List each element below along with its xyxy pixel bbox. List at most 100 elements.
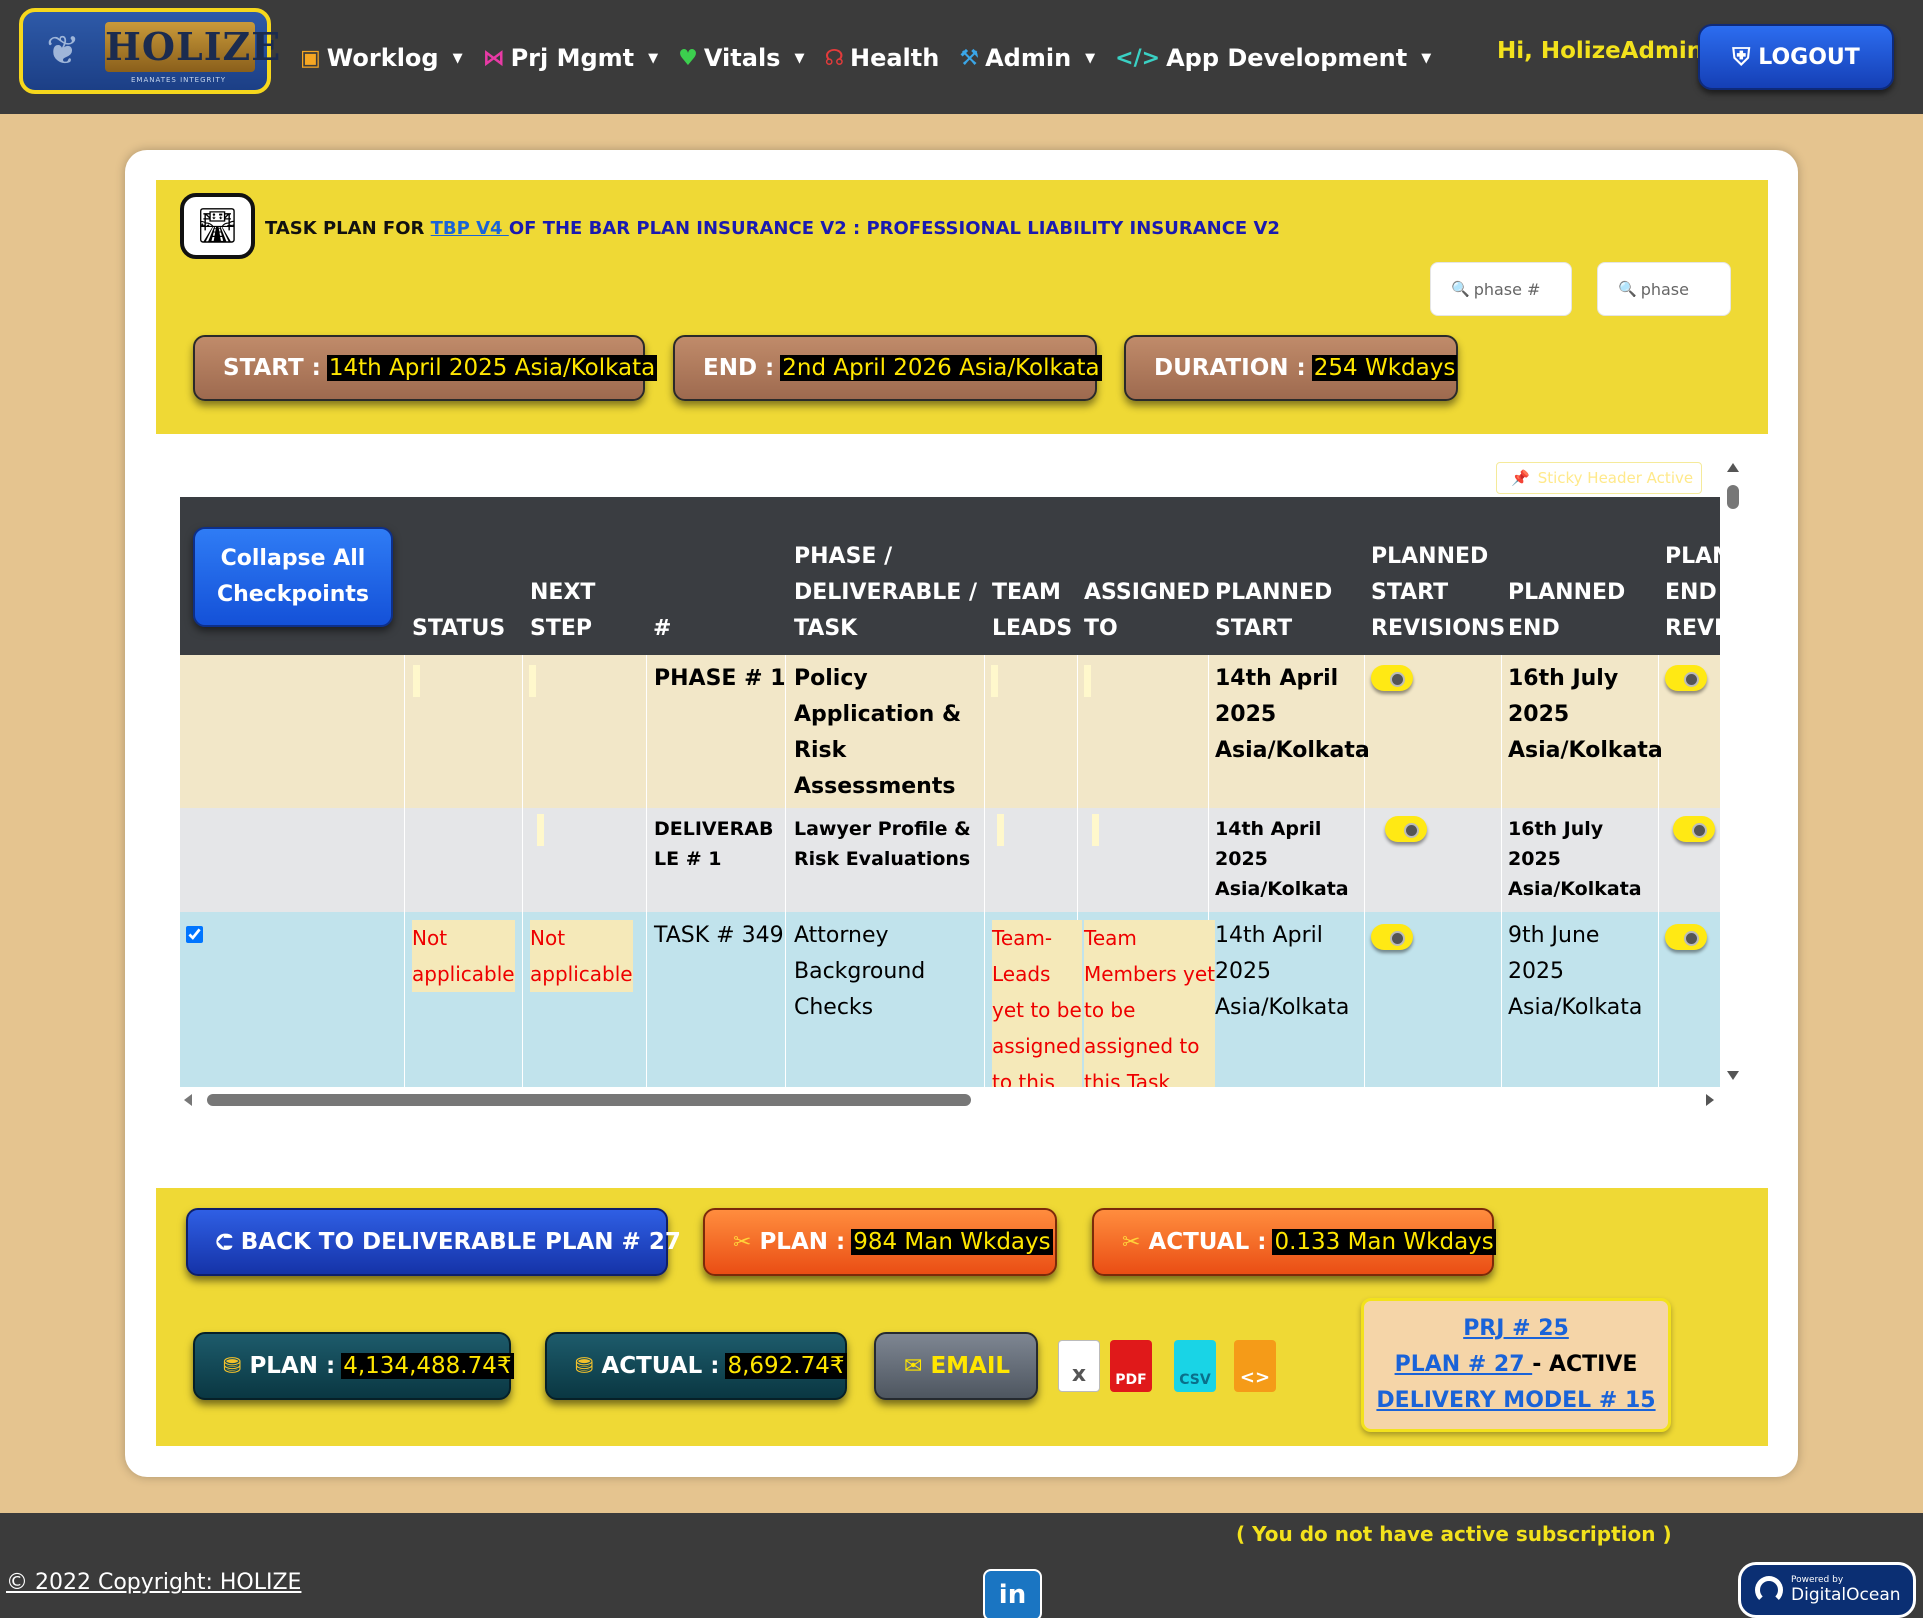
task-planned-end: 9th June 2025 Asia/Kolkata [1508,923,1643,1020]
deliverable-number: DELIVERAB LE # 1 [654,818,774,870]
menu-vitals[interactable]: ♥ Vitals ▼ [678,44,804,72]
phase-search-input[interactable]: 🔍 phase [1597,262,1731,316]
planned-end-revision-toggle[interactable] [1665,665,1707,691]
plan-status: - ACTIVE [1532,1352,1638,1377]
actual-effort-pill: ✂ ACTUAL :0.133 Man Wkdays [1092,1208,1496,1276]
collapse-all-checkpoints-button[interactable]: Collapse All Checkpoints [193,527,393,627]
chevron-down-icon: ▼ [452,50,463,66]
page-title: TASK PLAN FOR TBP V4 OF THE BAR PLAN INS… [265,218,1280,239]
phase-name: Policy Application & Risk Assessments [794,666,962,799]
task-team-leads: Team- Leads yet to be assigned to this [992,920,1082,1087]
pin-icon: 📌 [1511,469,1530,487]
planned-end-revision-toggle[interactable] [1665,924,1707,950]
scroll-right-arrow[interactable] [1706,1094,1714,1106]
menu-prj-mgmt[interactable]: ⋈ Prj Mgmt ▼ [483,44,659,72]
col-planned-start-revisions: PLANNED START REVISIONS [1371,544,1506,641]
duration-pill: DURATION :254 Wkdays [1124,335,1458,401]
plan-version-link[interactable]: TBP V4 [431,218,509,239]
task-planned-start: 14th April 2025 Asia/Kolkata [1215,923,1350,1020]
table-header: Collapse All Checkpoints STATUS NEXT STE… [180,497,1720,655]
linkedin-icon[interactable]: in [983,1569,1042,1618]
task-checkbox[interactable] [186,926,203,943]
holize-logo[interactable]: ❦ HOLIZE EMANATES INTEGRITY [19,8,280,94]
col-phase-deliverable-task: PHASE / DELIVERABLE / TASK [794,544,978,641]
search-icon: 🔍 [1451,280,1470,298]
planned-start-revision-toggle[interactable] [1385,816,1427,842]
menu-health[interactable]: ☊ Health [824,44,939,72]
plan-cost-pill: ⛃ PLAN :4,134,488.74₹ [193,1332,514,1400]
phase-planned-start: 14th April 2025 Asia/Kolkata [1215,666,1370,763]
end-date-pill: END :2nd April 2026 Asia/Kolkata [673,335,1102,401]
vertical-scroll-thumb[interactable] [1727,485,1739,509]
project-info-box: PRJ # 25 PLAN # 27 - ACTIVE DELIVERY MOD… [1361,1298,1671,1432]
col-status: STATUS [412,616,506,641]
horizontal-scrollbar[interactable] [180,1090,1720,1110]
task-assigned-to: Team Members yet to be assigned to this … [1084,920,1216,1087]
project-link[interactable]: PRJ # 25 [1463,1316,1569,1341]
planned-start-revision-toggle[interactable] [1371,924,1413,950]
stethoscope-icon: ☊ [824,45,844,71]
digitalocean-badge[interactable]: Powered by DigitalOcean [1738,1562,1916,1618]
email-button[interactable]: ✉ EMAIL [874,1332,1038,1400]
shield-icon: ⛨ [1732,43,1751,71]
pdf-icon[interactable]: PDF [1110,1340,1152,1392]
menu-admin[interactable]: ⚒ Admin ▼ [959,44,1095,72]
chevron-down-icon: ▼ [794,50,805,66]
scroll-left-arrow[interactable] [184,1094,192,1106]
task-number: TASK # 349 [654,923,784,948]
col-number: # [653,616,672,641]
plan-effort-pill: ✂ PLAN :984 Man Wkdays [703,1208,1057,1276]
task-name: Attorney Background Checks [794,923,926,1020]
delivery-model-link[interactable]: DELIVERY MODEL # 15 [1376,1388,1655,1413]
phase-number-search-input[interactable]: 🔍 phase # [1430,262,1572,316]
search-icon: 🔍 [1618,280,1637,298]
copyright-link[interactable]: © 2022 Copyright: HOLIZE [6,1570,301,1595]
table-row-task: Not applicable Not applicable TASK # 349… [180,912,1720,1087]
hammer-icon: ⚒ [959,45,980,71]
user-greeting: Hi, HolizeAdmin [1497,38,1704,64]
road-map-icon: 🛣 [180,193,255,259]
subscription-message: ( You do not have active subscription ) [1236,1522,1672,1546]
logout-button[interactable]: ⛨ LOGOUT [1698,24,1894,90]
code-file-icon[interactable]: <> [1234,1340,1276,1392]
coins-icon: ⛃ [223,1353,242,1379]
col-planned-start: PLANNED START [1215,580,1333,641]
col-planned-end-revisions: PLAN END REVIS [1665,544,1720,641]
menu-worklog[interactable]: ▣ Worklog ▼ [300,44,463,72]
digitalocean-logo-icon [1755,1576,1783,1604]
scroll-up-arrow[interactable] [1727,463,1739,472]
sticky-header-toggle[interactable]: 📌 Sticky Header Active [1496,462,1702,494]
eagle-emblem-icon: ❦ [46,28,80,74]
menu-app-development[interactable]: </> App Development ▼ [1115,44,1431,72]
envelope-icon: ✉ [904,1353,923,1379]
tools-icon: ✂ [1122,1229,1141,1255]
main-menu: ▣ Worklog ▼ ⋈ Prj Mgmt ▼ ♥ Vitals ▼ ☊ Health ⚒ A… [300,40,1451,76]
briefcase-icon: ▣ [300,45,321,71]
actual-cost-pill: ⛃ ACTUAL :8,692.74₹ [545,1332,847,1400]
col-planned-end: PLANNED END [1508,580,1626,641]
logo-brand-text: HOLIZE [105,22,280,72]
phase-number: PHASE # 1 [654,666,786,691]
deliverable-planned-end: 16th July 2025 Asia/Kolkata [1508,818,1642,900]
table-row-phase: PHASE # 1 Policy Application & Risk Asse… [180,655,1720,808]
back-to-deliverable-plan-button[interactable]: ⮈ BACK TO DELIVERABLE PLAN # 27 [186,1208,681,1276]
planned-start-revision-toggle[interactable] [1371,665,1413,691]
deliverable-name: Lawyer Profile & Risk Evaluations [794,818,971,870]
logo-tagline: EMANATES INTEGRITY [131,76,227,84]
vertical-scrollbar[interactable] [1723,460,1743,1080]
csv-icon[interactable]: CSV [1174,1340,1216,1392]
scroll-down-arrow[interactable] [1727,1071,1739,1080]
task-next-step: Not applicable [530,920,633,992]
horizontal-scroll-thumb[interactable] [207,1094,971,1106]
code-icon: </> [1115,45,1161,71]
chevron-down-icon: ▼ [1421,50,1432,66]
deliverable-planned-start: 14th April 2025 Asia/Kolkata [1215,818,1349,900]
excel-icon[interactable]: x [1058,1340,1100,1392]
tools-icon: ✂ [733,1229,752,1255]
coins-icon: ⛃ [575,1353,594,1379]
planned-end-revision-toggle[interactable] [1673,816,1715,842]
plan-link[interactable]: PLAN # 27 [1395,1352,1533,1377]
phase-planned-end: 16th July 2025 Asia/Kolkata [1508,666,1663,763]
start-date-pill: START :14th April 2025 Asia/Kolkata [193,335,658,401]
col-assigned-to: ASSIGNED TO [1084,580,1210,641]
